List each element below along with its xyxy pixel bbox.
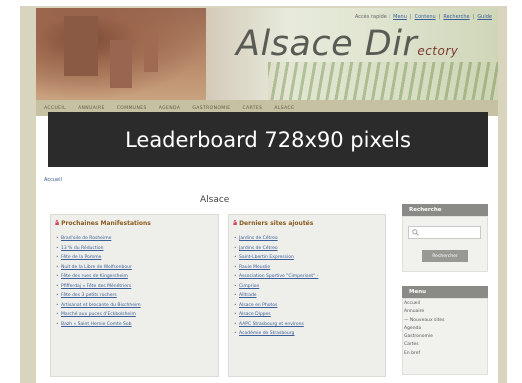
- sidebar-menu: Accueil Annuaire — Nouveaux sites Agenda…: [404, 300, 445, 358]
- quick-access-links: Accès rapide : Menu | Contenu | Recherch…: [355, 14, 492, 20]
- menu-box-title: Menu: [409, 289, 427, 295]
- menu-item-en-bref[interactable]: En bref: [404, 350, 445, 358]
- breadcrumb[interactable]: Accueil: [44, 177, 62, 183]
- site-title-main: Alsace Dir: [236, 24, 418, 64]
- menu-item-annuaire[interactable]: Annuaire: [404, 308, 445, 316]
- list-item[interactable]: Jardins de Cétreo: [234, 234, 318, 244]
- derniers-sites-list: Jardins de Cétreo Jardins de Cétreo Sain…: [234, 234, 318, 339]
- manifestations-panel: ã Prochaines Manifestations Brad'oile de…: [50, 214, 219, 377]
- nav-item-cartes[interactable]: CARTES: [243, 106, 263, 111]
- search-input[interactable]: [408, 226, 481, 239]
- list-item[interactable]: Pfifferdaj « Fête des Ménétriers: [56, 282, 141, 292]
- derniers-sites-panel: ã Derniers sites ajoutés Jardins de Cétr…: [228, 214, 386, 377]
- quick-link-recherche[interactable]: Recherche: [443, 14, 469, 20]
- list-item[interactable]: Saint-Lbertin Expression: [234, 253, 318, 263]
- list-item[interactable]: Marché aux puces d'Eckbolsheim: [56, 310, 141, 320]
- list-item[interactable]: Brad'oile de Rosheime: [56, 234, 141, 244]
- list-item[interactable]: Association Sportive "Cimperiant" -: [234, 272, 318, 282]
- menu-item-agenda[interactable]: Agenda: [404, 325, 445, 333]
- list-item[interactable]: Alsace Dippes: [234, 310, 318, 320]
- list-item[interactable]: 13 % du Réduction: [56, 244, 141, 254]
- nav-item-alsace[interactable]: ALSACE: [274, 106, 294, 111]
- leaderboard-text: Leaderboard 728x90 pixels: [125, 127, 411, 152]
- site-title-small: ectory: [417, 44, 459, 58]
- link-separator: |: [438, 14, 441, 20]
- menu-item-nouveaux-sites[interactable]: — Nouveaux sites: [404, 317, 445, 325]
- list-item[interactable]: Rauie Meuslie: [234, 263, 318, 273]
- link-separator: |: [472, 14, 475, 20]
- quick-access-label: Accès rapide :: [354, 14, 391, 20]
- castle-photo: [36, 8, 206, 100]
- list-item[interactable]: Alltrade: [234, 291, 318, 301]
- list-item[interactable]: AAPC Strasbourg et environs: [234, 320, 318, 330]
- list-item[interactable]: Artisanat et brocante du Bischheim: [56, 301, 141, 311]
- vineyard-photo: [268, 62, 498, 100]
- list-item[interactable]: Fête des rues de Kingersheim: [56, 272, 141, 282]
- menu-box-header: Menu: [402, 286, 488, 298]
- list-item[interactable]: Alsace en Photos: [234, 301, 318, 311]
- list-item[interactable]: Cimprion: [234, 282, 318, 292]
- quick-link-menu[interactable]: Menu: [393, 14, 407, 20]
- search-box-body: [402, 216, 488, 272]
- list-item[interactable]: Nuit de la Libre de Wolfsenbour: [56, 263, 141, 273]
- derniers-sites-title-text: Derniers sites ajoutés: [239, 220, 314, 227]
- menu-item-cartes[interactable]: Cartes: [404, 341, 445, 349]
- search-box-title: Recherche: [409, 207, 442, 213]
- menu-item-gastronomie[interactable]: Gastronomie: [404, 333, 445, 341]
- menu-item-accueil[interactable]: Accueil: [404, 300, 445, 308]
- manifestations-title-text: Prochaines Manifestations: [61, 220, 151, 227]
- rss-icon[interactable]: ã: [233, 220, 237, 227]
- nav-item-communes[interactable]: COMMUNES: [117, 106, 147, 111]
- list-item[interactable]: Jardins de Cétreo: [234, 244, 318, 254]
- site-logo-title[interactable]: Alsace Directory: [236, 24, 458, 64]
- manifestations-list: Brad'oile de Rosheime 13 % du Réduction …: [56, 234, 141, 329]
- list-item[interactable]: Fête de la Pomme: [56, 253, 141, 263]
- search-icon: [412, 229, 419, 236]
- list-item[interactable]: Bazh « Saint Hernie Comte Sob: [56, 320, 141, 330]
- nav-item-accueil[interactable]: ACCUEIL: [44, 106, 66, 111]
- list-item[interactable]: Académie de Strasbourg: [234, 329, 318, 339]
- nav-item-gastronomie[interactable]: GASTRONOMIE: [192, 106, 230, 111]
- quick-link-guide[interactable]: Guide: [477, 14, 492, 20]
- breadcrumb-home[interactable]: Accueil: [44, 177, 62, 183]
- link-separator: |: [409, 14, 412, 20]
- quick-link-contenu[interactable]: Contenu: [415, 14, 436, 20]
- nav-item-agenda[interactable]: AGENDA: [159, 106, 181, 111]
- leaderboard-ad[interactable]: Leaderboard 728x90 pixels: [48, 112, 488, 167]
- section-title: Alsace: [200, 195, 230, 205]
- search-box-header: Recherche: [402, 204, 488, 216]
- rss-icon[interactable]: ã: [55, 220, 59, 227]
- manifestations-title[interactable]: ã Prochaines Manifestations: [55, 220, 151, 227]
- search-button[interactable]: Rechercher: [422, 250, 468, 262]
- list-item[interactable]: Fête des 3 petits rochers: [56, 291, 141, 301]
- derniers-sites-title[interactable]: ã Derniers sites ajoutés: [233, 220, 313, 227]
- nav-item-annuaire[interactable]: ANNUAIRE: [78, 106, 105, 111]
- site-header: Accès rapide : Menu | Contenu | Recherch…: [36, 8, 498, 100]
